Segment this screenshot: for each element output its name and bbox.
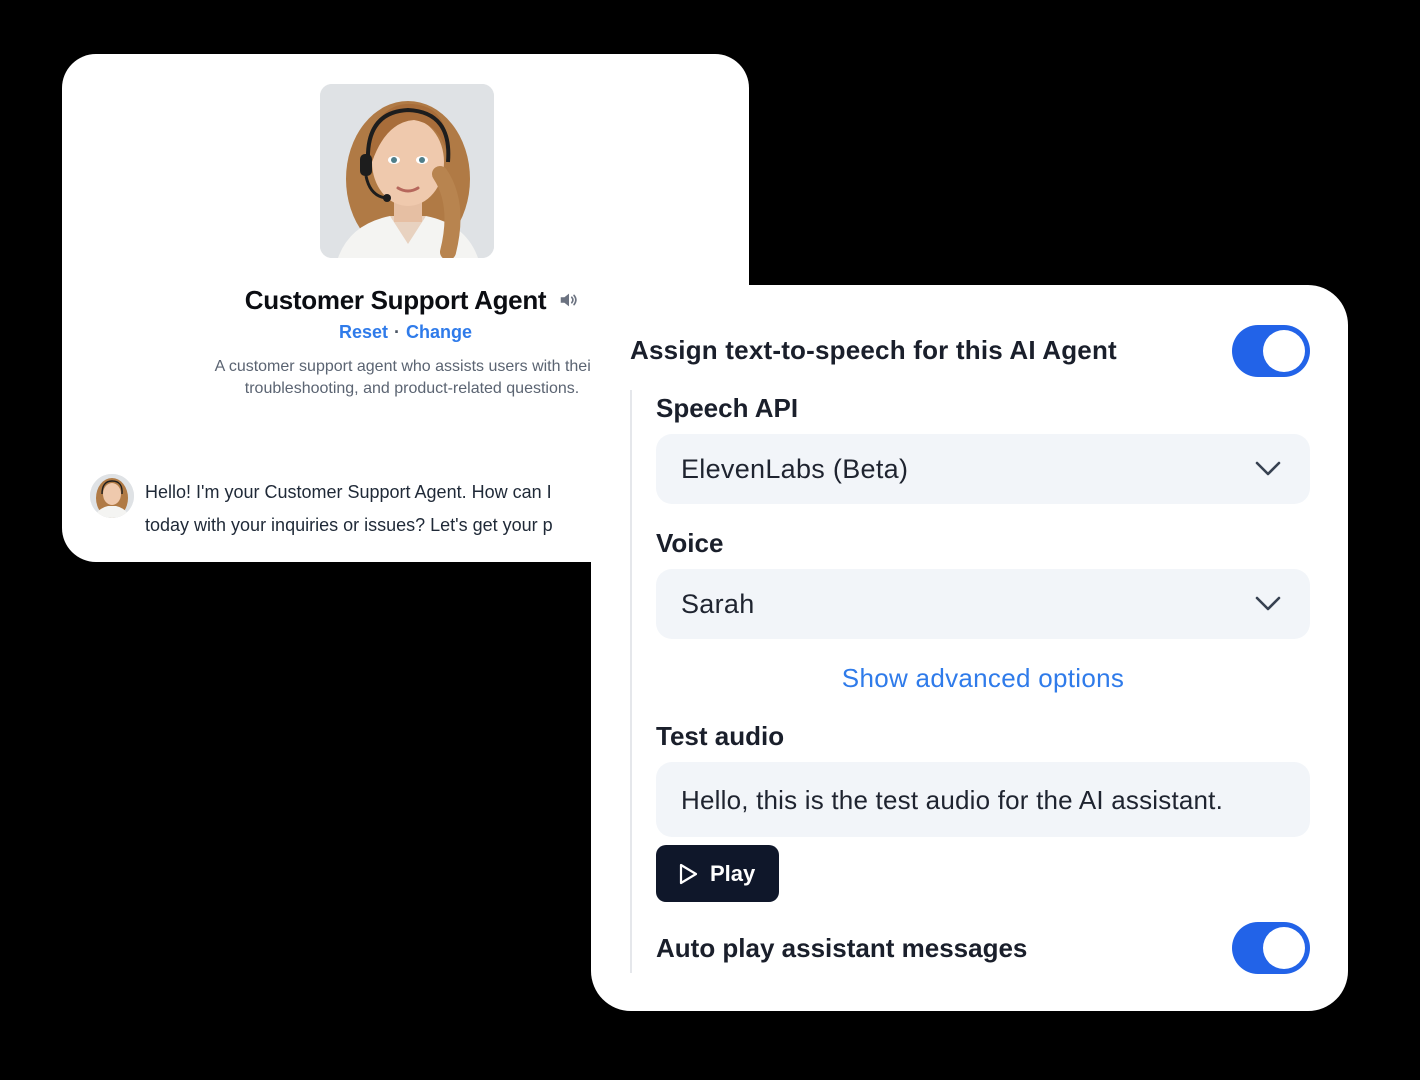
play-icon bbox=[679, 863, 698, 884]
reset-link[interactable]: Reset bbox=[339, 322, 388, 343]
speaker-icon[interactable] bbox=[558, 289, 580, 311]
test-audio-input[interactable]: Hello, this is the test audio for the AI… bbox=[656, 762, 1310, 837]
autoplay-label: Auto play assistant messages bbox=[656, 933, 1028, 963]
test-audio-value: Hello, this is the test audio for the AI… bbox=[681, 785, 1224, 815]
change-link[interactable]: Change bbox=[406, 322, 472, 343]
autoplay-toggle[interactable] bbox=[1232, 922, 1310, 974]
section-divider bbox=[630, 390, 632, 973]
separator-dot: · bbox=[394, 321, 400, 342]
agent-name: Customer Support Agent bbox=[244, 284, 547, 315]
speech-api-select[interactable]: ElevenLabs (Beta) bbox=[656, 434, 1310, 504]
test-audio-label: Test audio bbox=[656, 721, 785, 751]
voice-select[interactable]: Sarah bbox=[656, 569, 1310, 639]
chevron-down-icon bbox=[1255, 596, 1281, 611]
assign-tts-label: Assign text-to-speech for this AI Agent bbox=[630, 335, 1117, 365]
speech-api-label: Speech API bbox=[656, 393, 799, 423]
toggle-knob bbox=[1263, 927, 1305, 969]
play-button-label: Play bbox=[710, 860, 756, 886]
play-button[interactable]: Play bbox=[656, 845, 779, 902]
voice-label: Voice bbox=[656, 528, 724, 558]
agent-portrait bbox=[320, 84, 494, 258]
avatar bbox=[90, 474, 134, 518]
show-advanced-options-link[interactable]: Show advanced options bbox=[656, 663, 1310, 694]
chevron-down-icon bbox=[1255, 461, 1281, 476]
voice-value: Sarah bbox=[681, 589, 755, 619]
toggle-knob bbox=[1263, 330, 1305, 372]
agent-portrait-image bbox=[320, 84, 494, 258]
assign-tts-toggle[interactable] bbox=[1232, 325, 1310, 377]
tts-settings-card: Assign text-to-speech for this AI Agent … bbox=[591, 285, 1348, 1011]
speech-api-value: ElevenLabs (Beta) bbox=[681, 454, 909, 484]
